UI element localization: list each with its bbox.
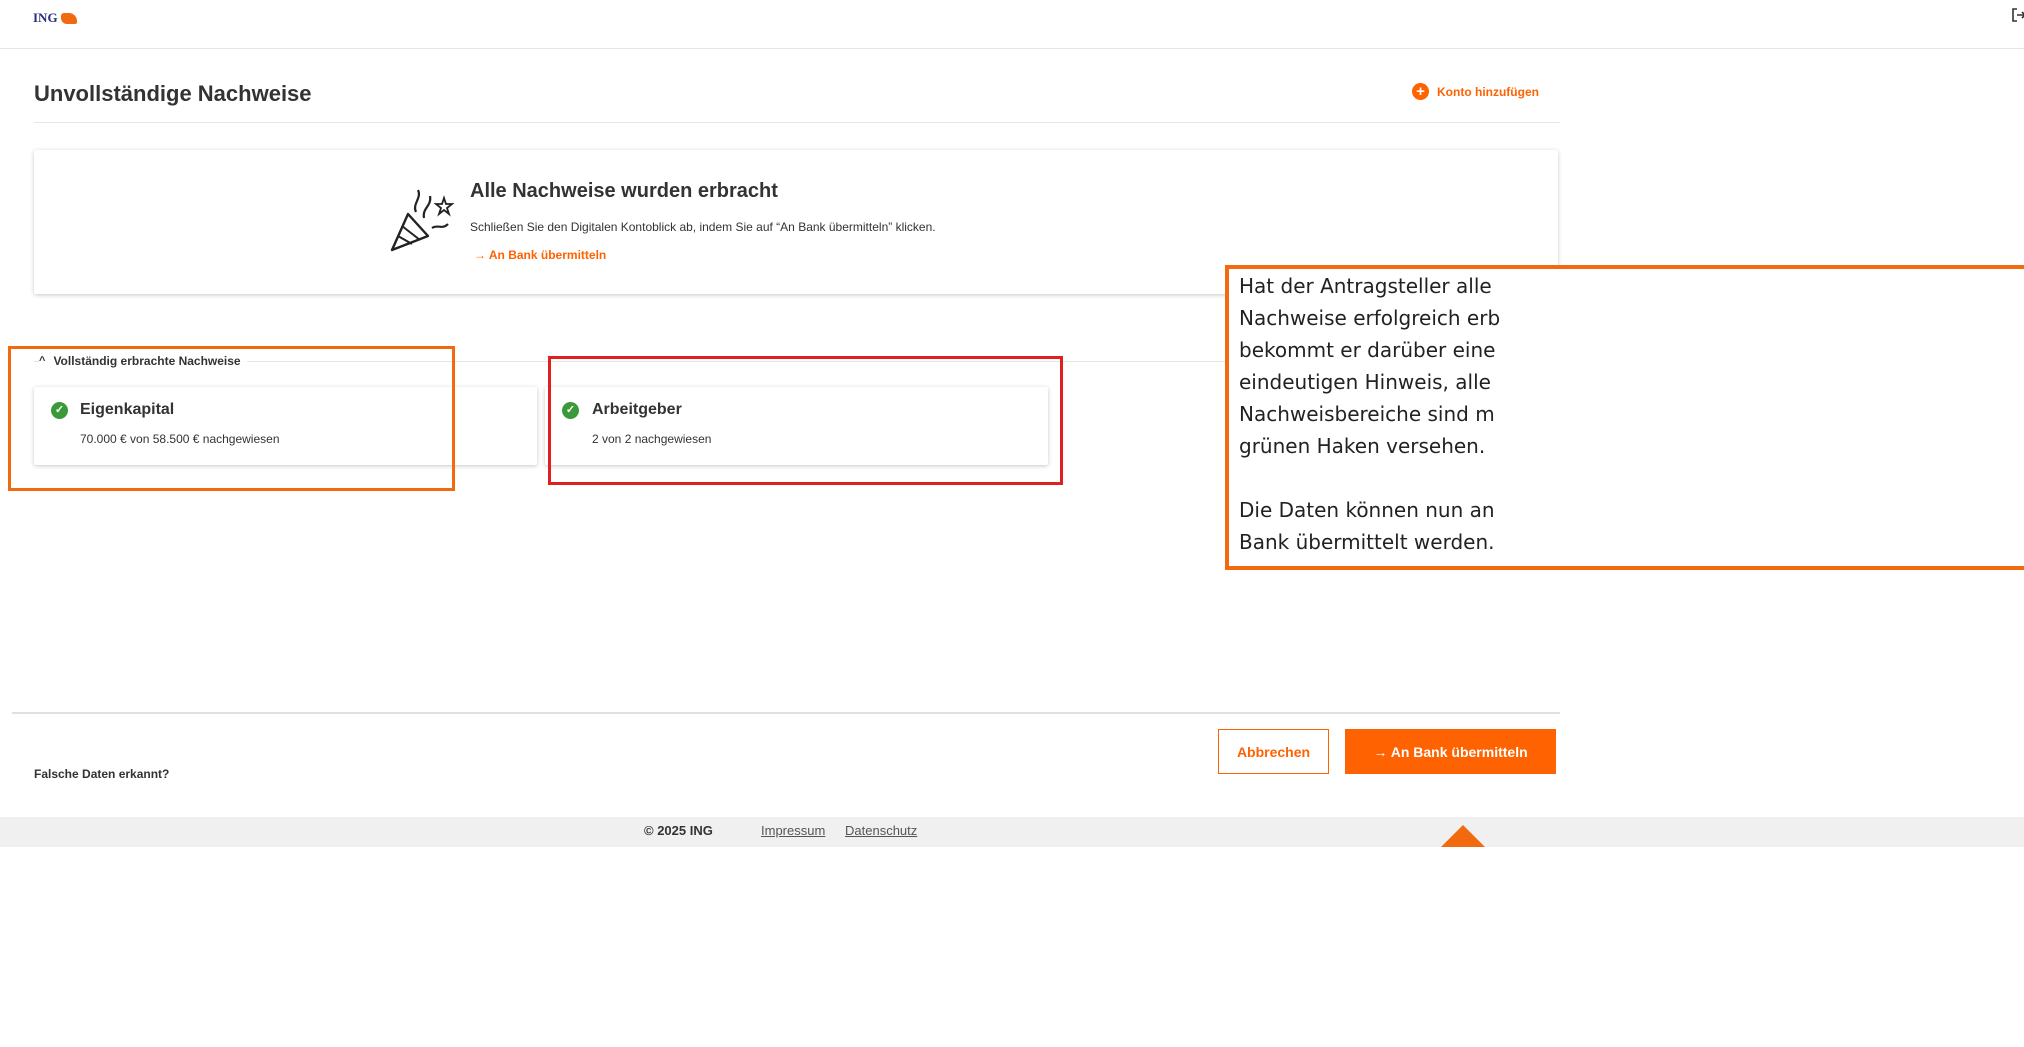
ing-logo[interactable]: ING [33,10,77,26]
logo-text: ING [33,10,58,25]
annotation-text: Hat der Antragsteller alle Nachweise erf… [1239,274,1501,554]
success-text: Schließen Sie den Digitalen Kontoblick a… [470,220,936,234]
cancel-button[interactable]: Abbrechen [1218,729,1329,774]
page-footer [0,817,2024,847]
highlight-box-orange [8,346,455,491]
privacy-link[interactable]: Datenschutz [845,823,917,838]
plus-circle-icon: + [1412,83,1429,100]
success-title: Alle Nachweise wurden erbracht [470,180,778,202]
highlight-box-red [548,356,1063,485]
footer-divider [12,712,1560,714]
wrong-data-link[interactable]: Falsche Daten erkannt? [34,767,169,781]
arrow-up-icon [1441,825,1485,847]
logout-icon[interactable] [2010,6,2024,24]
add-account-label: Konto hinzufügen [1437,84,1539,99]
submit-to-bank-button[interactable]: → An Bank übermitteln [1345,729,1556,774]
party-popper-icon [386,184,456,256]
page-title: Unvollständige Nachweise [34,81,312,106]
copyright: © 2025 ING [644,823,713,838]
lion-icon [60,12,77,24]
divider [34,122,1560,123]
add-account-button[interactable]: + Konto hinzufügen [1412,83,1539,100]
impressum-link[interactable]: Impressum [761,823,825,838]
top-bar [0,0,2024,49]
submit-to-bank-link[interactable]: → An Bank übermitteln [474,248,606,262]
